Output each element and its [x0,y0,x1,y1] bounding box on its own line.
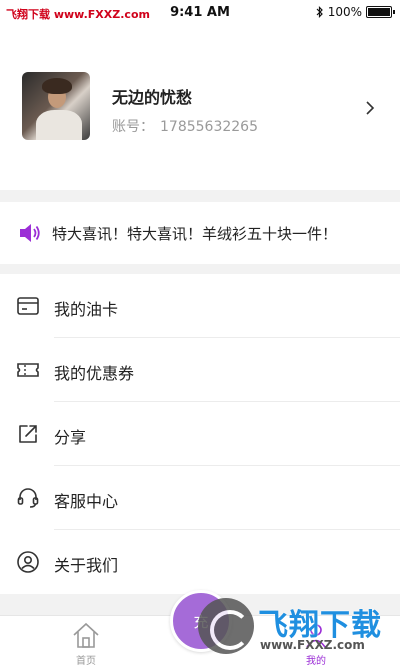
menu-item-label: 客服中心 [54,492,119,511]
watermark-url: www.FXXZ.com [260,638,365,652]
menu-list: 我的油卡 我的优惠券 分享 客服中心 关于我们 [0,274,400,594]
home-icon [73,622,99,648]
tab-home-label: 首页 [76,656,96,667]
user-name: 无边的忧愁 [112,88,193,107]
notice-text: 特大喜讯！特大喜讯！羊绒衫五十块一件！ [52,225,338,243]
account-number: 账号： 17855632265 [112,116,258,136]
account-label: 账号： [112,119,154,135]
menu-item-oil-card[interactable]: 我的油卡 [0,274,400,338]
menu-item-customer-service[interactable]: 客服中心 [0,466,400,530]
watermark-logo-icon [198,598,254,654]
speaker-icon [20,224,40,242]
menu-item-share[interactable]: 分享 [0,402,400,466]
menu-item-about-us[interactable]: 关于我们 [0,530,400,594]
menu-item-coupons[interactable]: 我的优惠券 [0,338,400,402]
site-watermark: 飞翔下载 www.FXXZ.com [196,596,396,658]
menu-item-label: 我的优惠券 [54,364,135,383]
account-value: 17855632265 [160,119,258,135]
notice-bar[interactable]: 特大喜讯！特大喜讯！羊绒衫五十块一件！ [0,202,400,264]
battery-percent: 100% [327,5,362,19]
profile-card[interactable]: 无边的忧愁 账号： 17855632265 [0,26,400,190]
coupon-icon [17,363,39,377]
status-indicators: 100% [316,5,395,19]
share-icon [19,425,37,443]
status-bar: 飞翔下载 www.FXXZ.com 9:41 AM 100% [0,0,400,26]
tab-home[interactable]: 首页 [36,620,136,667]
battery-icon [366,6,395,18]
card-icon [17,297,39,315]
menu-item-label: 我的油卡 [54,300,119,319]
avatar[interactable] [22,72,90,140]
chevron-right-icon[interactable] [360,98,380,118]
user-circle-icon [17,551,39,573]
menu-item-label: 分享 [54,428,87,447]
headset-icon [17,488,39,508]
menu-item-label: 关于我们 [54,556,119,575]
bluetooth-icon [316,6,323,18]
